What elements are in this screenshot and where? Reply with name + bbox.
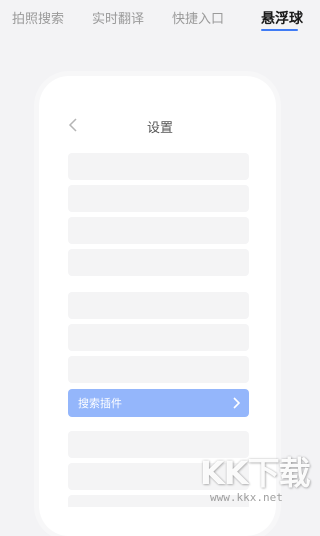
tab-live-translate[interactable]: 实时翻译 [92, 8, 144, 27]
settings-row-placeholder [68, 249, 249, 276]
settings-row-placeholder [68, 324, 249, 351]
active-tab-indicator [261, 29, 298, 31]
watermark-url: www.kkx.net [210, 491, 283, 504]
settings-row-placeholder [68, 185, 249, 212]
tab-bar: 拍照搜索 实时翻译 快捷入口 悬浮球 [0, 0, 320, 40]
watermark-logo: KK下载 [200, 454, 311, 492]
settings-row-placeholder [68, 292, 249, 319]
settings-row-placeholder [68, 153, 249, 180]
tab-photo-search[interactable]: 拍照搜索 [12, 8, 64, 27]
tab-shortcut-entry[interactable]: 快捷入口 [172, 8, 224, 27]
settings-row-placeholder [68, 356, 249, 383]
tab-floating-ball[interactable]: 悬浮球 [261, 8, 303, 28]
search-plugin-label: 搜索插件 [78, 397, 122, 410]
search-plugin-row[interactable]: 搜索插件 [68, 389, 249, 417]
settings-row-placeholder [68, 217, 249, 244]
chevron-right-icon [233, 397, 241, 409]
screen-title: 设置 [146, 121, 173, 136]
